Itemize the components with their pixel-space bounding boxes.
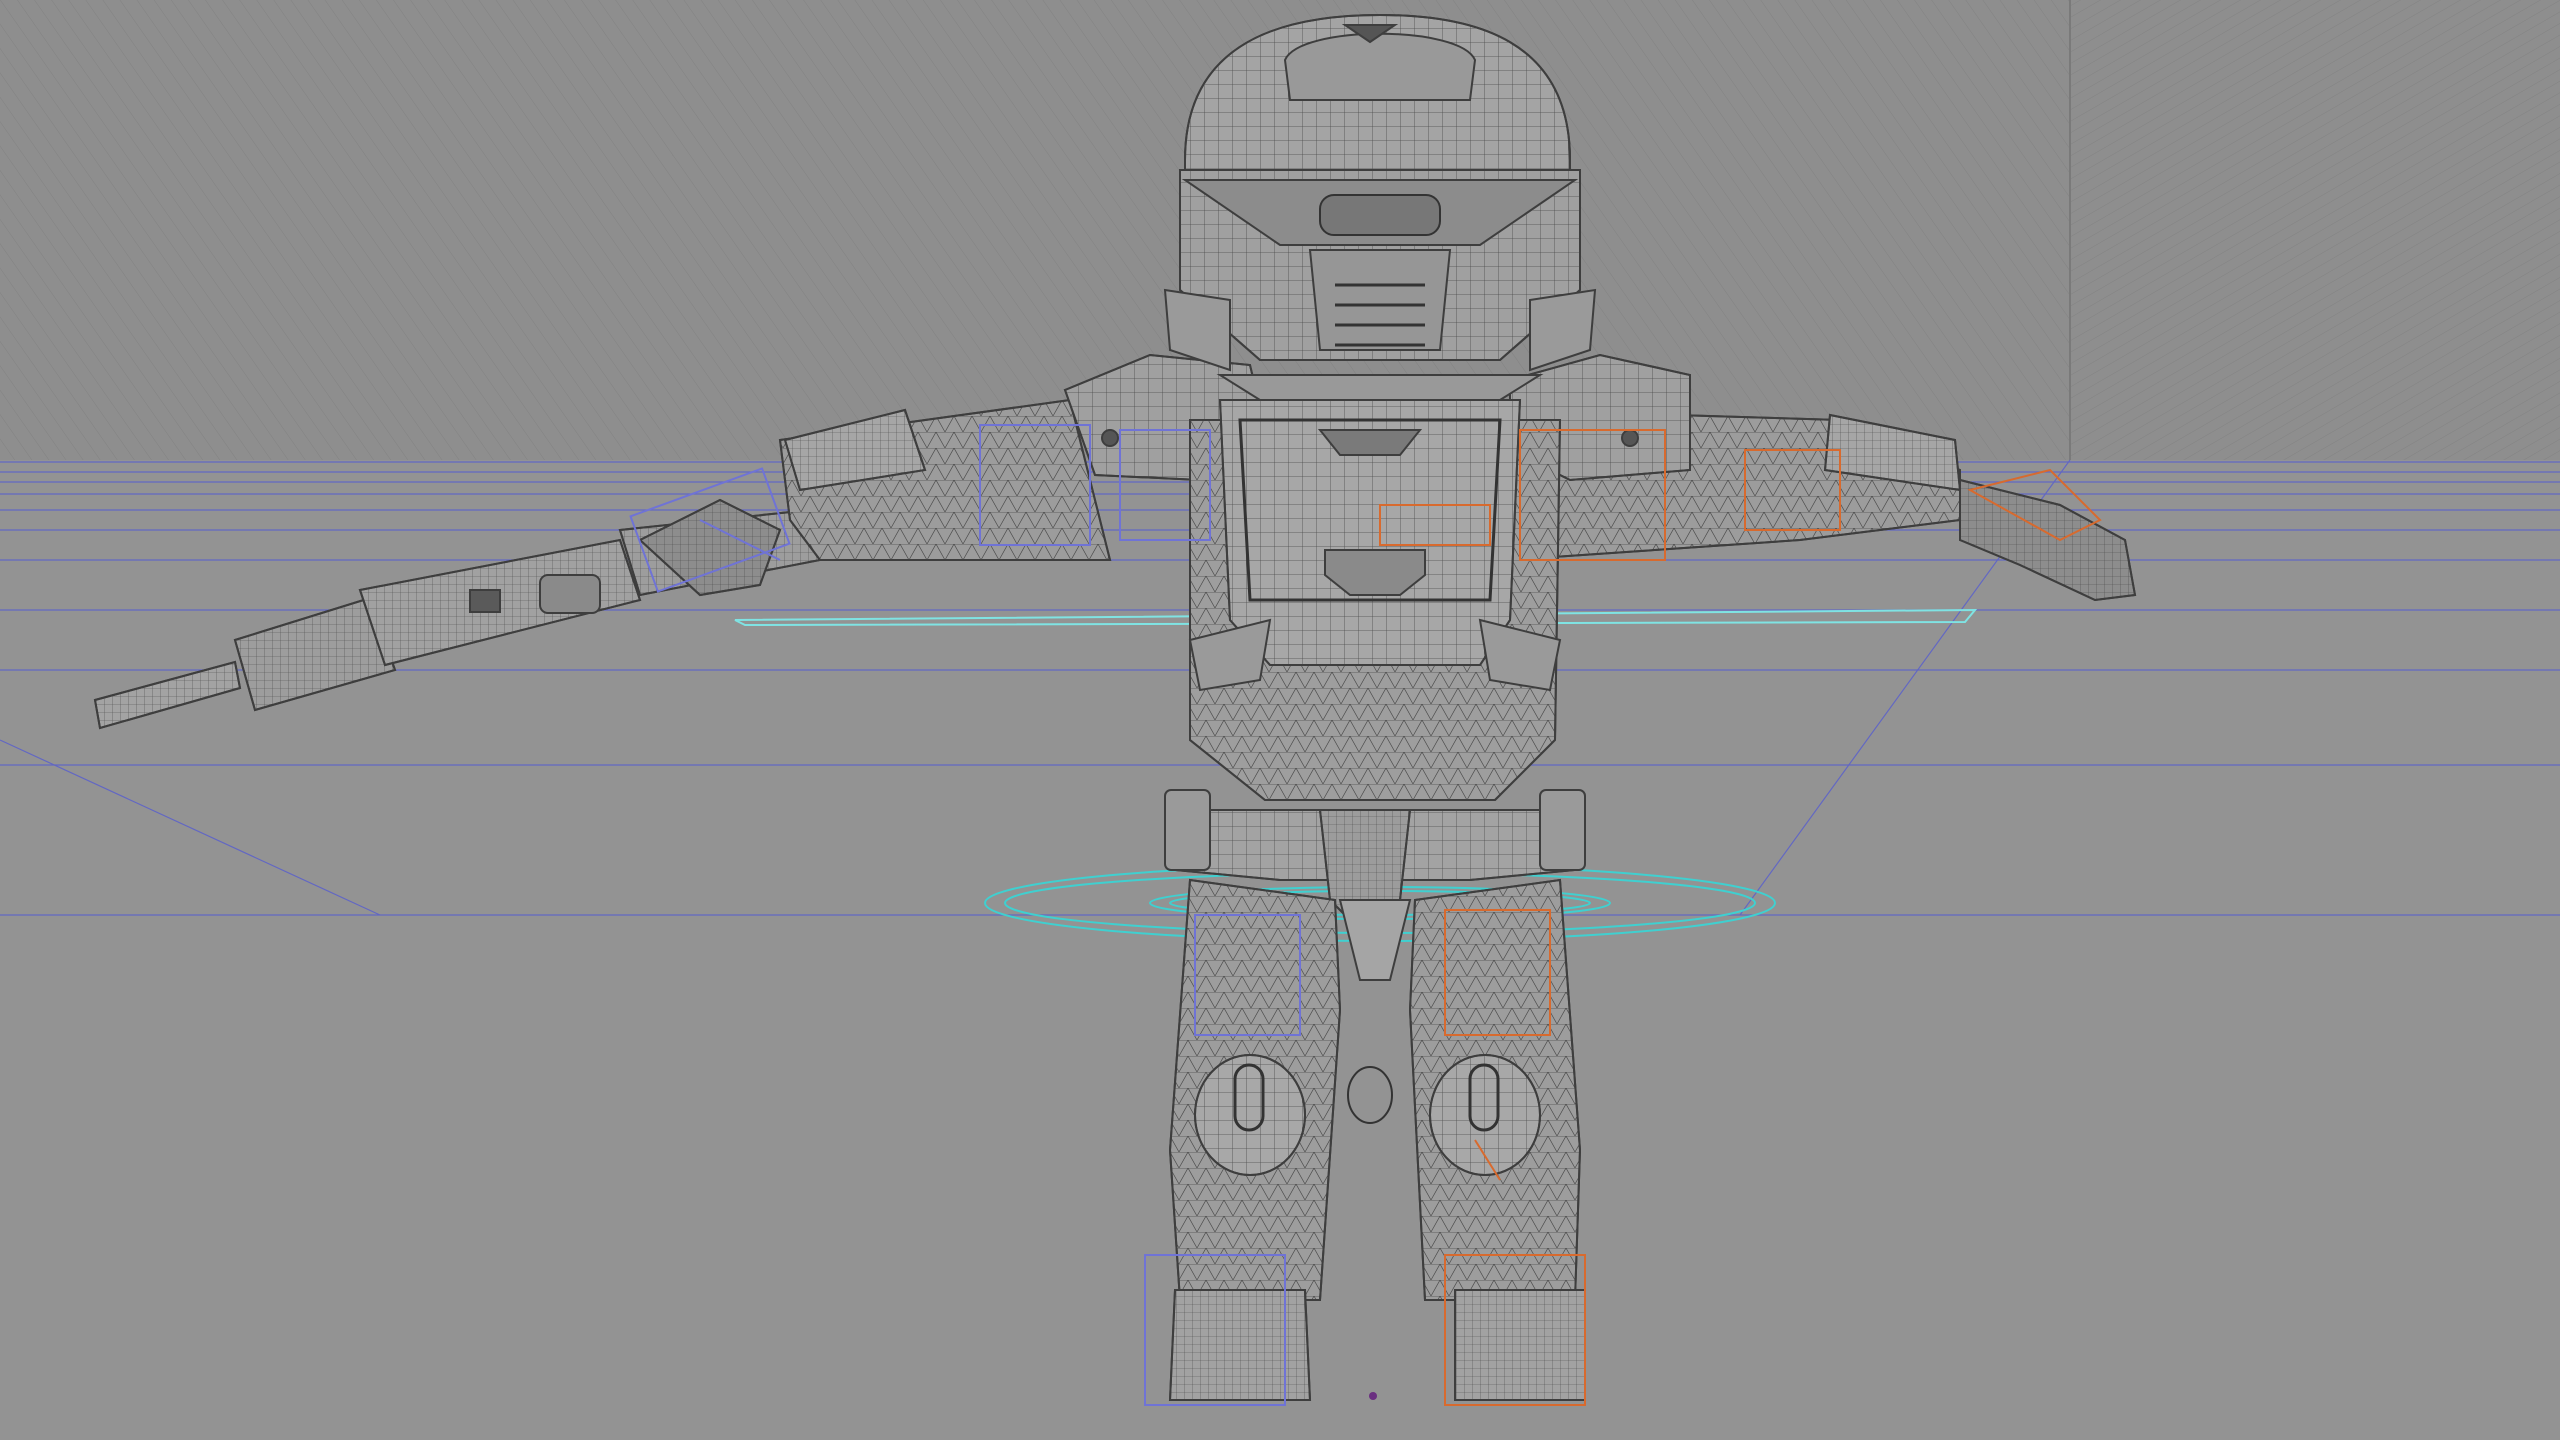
back-wall-hatch [0, 0, 2070, 460]
chest-plate-mesh [1188, 399, 1562, 692]
viewport-canvas[interactable] [0, 0, 2560, 1440]
3d-viewport[interactable] [0, 0, 2560, 1440]
side-wall-hatch [2070, 0, 2560, 460]
origin-marker [1369, 1392, 1377, 1400]
helmet-mesh [1163, 13, 1597, 401]
